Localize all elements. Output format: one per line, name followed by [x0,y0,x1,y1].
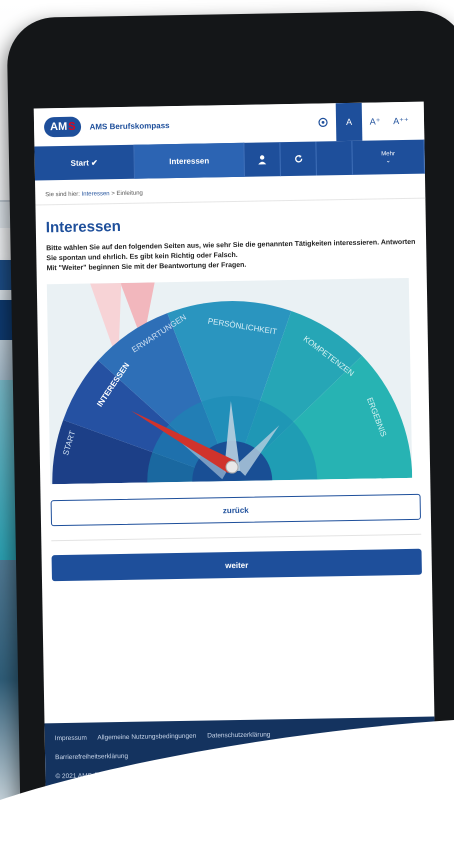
reload-icon[interactable] [280,141,317,177]
progress-gauge: START INTERESSEN ERWARTUNGEN PERSÖNLICHK… [46,278,413,485]
nav-spacer [316,140,353,176]
back-button[interactable]: zurück [50,494,421,527]
target-icon-svg [318,117,328,128]
target-icon[interactable] [310,103,337,141]
user-icon[interactable] [244,142,281,177]
font-size-large-button[interactable]: A⁺ [362,102,389,140]
logo-text: AM [49,120,68,134]
breadcrumb-current: Einleitung [116,190,143,198]
next-button[interactable]: weiter [51,549,422,582]
font-size-normal-button[interactable]: A [335,102,363,142]
breadcrumb-separator: > [111,191,115,198]
more-menu-button[interactable]: Mehr ⌄ [352,139,425,175]
nav-start[interactable]: Start ✔ [34,144,135,181]
gauge-svg: START INTERESSEN ERWARTUNGEN PERSÖNLICHK… [52,278,413,485]
logo-s: S [68,120,76,133]
breadcrumb-prefix: Sie sind hier: [45,191,80,199]
ams-logo[interactable]: AM S [43,116,82,138]
chevron-down-icon: ⌄ [385,157,391,164]
nav-interessen[interactable]: Interessen [134,142,245,179]
font-size-xlarge-button[interactable]: A⁺⁺ [388,102,415,140]
breadcrumb-link-interessen[interactable]: Interessen [82,191,110,197]
decorative-wave [0,720,454,849]
gauge-needle-cap [225,460,239,474]
user-icon-svg [258,155,267,165]
reload-icon-svg [294,154,302,163]
main-content: Interessen Bitte wählen Sie auf den folg… [35,199,432,582]
divider [51,534,422,542]
page-title: Interessen [45,217,122,237]
brand-title: AMS Berufskompass [89,120,170,131]
main-nav: Start ✔ Interessen Mehr ⌄ [34,139,425,181]
